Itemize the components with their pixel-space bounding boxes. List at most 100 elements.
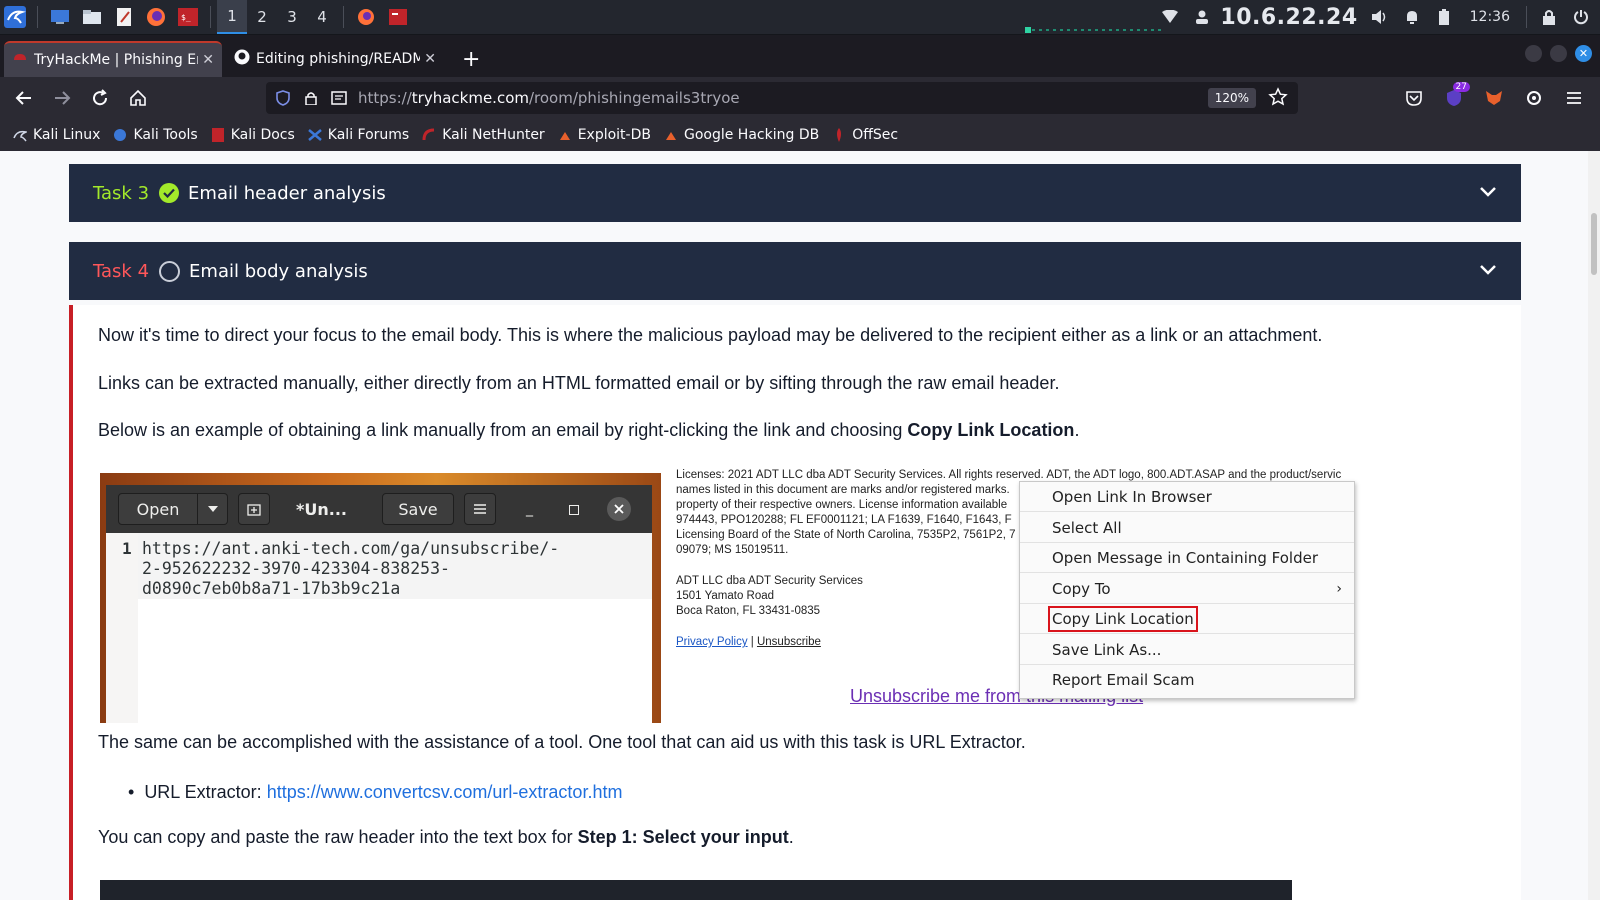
ip-address: 10.6.22.24 [1220,4,1358,30]
volume-icon[interactable] [1369,6,1391,28]
battery-icon [1433,6,1455,28]
new-tab-icon[interactable] [238,493,270,525]
url-bar[interactable]: https://tryhackme.com/room/phishingemail… [266,82,1298,114]
email-address-line: 1501 Yamato Road [676,590,775,602]
bullet-url-extractor: • URL Extractor: https://www.convertcsv.c… [128,782,622,803]
tab-github[interactable]: Editing phishing/README ✕ [226,41,444,77]
kali-dragon-icon [12,127,28,143]
save-button[interactable]: Save [382,493,454,525]
file-manager-icon[interactable] [81,6,103,28]
task-number: Task 3 [93,182,150,204]
firefox-icon[interactable] [145,6,167,28]
minimize-icon[interactable] [1525,45,1542,62]
minimize-icon[interactable]: _ [526,501,533,517]
bookmark-kali-nethunter[interactable]: Kali NetHunter [421,127,545,143]
kali-menu-icon[interactable] [4,6,26,28]
scrollbar-thumb[interactable] [1591,213,1597,275]
nethunter-icon [421,127,437,143]
url-extractor-link[interactable]: https://www.convertcsv.com/url-extractor… [267,782,623,802]
forward-arrow-icon[interactable] [44,80,80,116]
back-arrow-icon[interactable] [6,80,42,116]
task-4-header[interactable]: Task 4 Email body analysis [69,242,1521,300]
menu-item-select-all[interactable]: Select All [1020,513,1354,543]
menu-item-open-folder[interactable]: Open Message in Containing Folder [1020,543,1354,573]
paragraph-links: Links can be extracted manually, either … [98,373,1060,393]
paragraph-step1: You can copy and paste the raw header in… [98,827,794,848]
tab-close-icon[interactable]: ✕ [202,52,214,68]
bookmark-star-icon[interactable] [1268,87,1288,111]
next-image-preview [100,880,1292,900]
bold-text: Copy Link Location [907,420,1075,440]
menu-item-copy-link-location[interactable]: Copy Link Location [1020,604,1354,634]
cpu-graph-icon [1025,27,1165,33]
task-number: Task 4 [93,260,150,282]
zoom-level-button[interactable]: 120% [1207,88,1256,108]
menu-item-open-link[interactable]: Open Link In Browser [1020,482,1354,512]
open-button[interactable]: Open [118,493,198,525]
bookmark-kali-forums[interactable]: Kali Forums [307,127,409,143]
new-tab-plus-icon[interactable]: + [462,41,480,77]
menu-item-copy-to[interactable]: Copy To › [1020,574,1354,604]
close-icon[interactable] [607,497,631,521]
workspace-4[interactable]: 4 [307,0,337,34]
menu-item-label: Copy To [1052,579,1111,598]
extension-shield-icon[interactable]: 27 [1436,80,1472,116]
open-dropdown-icon[interactable] [198,493,228,525]
maximize-icon[interactable] [1550,45,1567,62]
gedit-headerbar: Open *Un... Save _ [106,485,652,533]
close-window-icon[interactable]: ✕ [1575,45,1592,62]
bookmark-exploit-db[interactable]: Exploit-DB [557,127,651,143]
bookmark-kali-docs[interactable]: Kali Docs [210,127,295,143]
foxyproxy-icon[interactable] [1476,80,1512,116]
text-editor-icon[interactable] [113,6,135,28]
terminal-window-icon[interactable] [387,6,409,28]
unsubscribe-link[interactable]: Unsubscribe [757,636,821,648]
terminal-icon[interactable]: $_ [177,6,199,28]
bookmark-google-hacking-db[interactable]: Google Hacking DB [663,127,819,143]
workspace-2[interactable]: 2 [247,0,277,34]
maximize-icon[interactable] [569,500,579,519]
firefox-window-icon[interactable] [355,6,377,28]
offsec-icon [831,127,847,143]
page-content: Task 3 Email header analysis Task 4 Emai… [0,151,1600,900]
reload-icon[interactable] [82,80,118,116]
code-line: https://ant.anki-tech.com/ga/unsubscribe… [142,539,560,558]
lock-icon[interactable] [1538,6,1560,28]
menu-icon[interactable] [464,493,496,525]
desktop-icon[interactable] [49,6,71,28]
clock[interactable]: 12:36 [1470,9,1510,25]
bookmark-kali-linux[interactable]: Kali Linux [12,127,100,143]
privacy-policy-link[interactable]: Privacy Policy [676,636,748,648]
power-icon[interactable] [1570,6,1592,28]
task-3-header[interactable]: Task 3 Email header analysis [69,164,1521,222]
wifi-icon[interactable] [1159,6,1181,28]
gedit-text-area[interactable]: 1 https://ant.anki-tech.com/ga/unsubscri… [106,533,652,723]
notification-bell-icon[interactable] [1401,6,1423,28]
menu-item-report-scam[interactable]: Report Email Scam [1020,665,1354,695]
email-line: Licensing Board of the State of North Ca… [676,529,1016,541]
chevron-down-icon[interactable] [1479,260,1497,281]
menu-item-save-link[interactable]: Save Link As... [1020,635,1354,665]
page-info-icon[interactable] [328,91,350,105]
bookmark-label: Google Hacking DB [683,127,820,143]
network-user-icon [1191,6,1213,28]
padlock-icon[interactable] [300,91,322,105]
home-icon[interactable] [120,80,156,116]
tracking-shield-icon[interactable] [272,90,294,106]
tab-tryhackme[interactable]: TryHackMe | Phishing Em ✕ [4,41,222,77]
svg-text:$_: $_ [181,13,191,22]
tab-close-icon[interactable]: ✕ [424,51,436,67]
bookmark-kali-tools[interactable]: Kali Tools [112,127,198,143]
hamburger-menu-icon[interactable] [1556,80,1592,116]
workspace-1[interactable]: 1 [217,0,247,34]
tab-title: Editing phishing/README [256,51,421,67]
github-favicon-icon [234,49,250,69]
workspace-3[interactable]: 3 [277,0,307,34]
kali-docs-icon [210,127,226,143]
page-scrollbar[interactable] [1588,151,1600,900]
extensions-gear-icon[interactable] [1516,80,1552,116]
chevron-down-icon[interactable] [1479,182,1497,203]
pocket-icon[interactable] [1396,80,1432,116]
bookmark-label: Kali Linux [33,127,101,143]
bookmark-offsec[interactable]: OffSec [831,127,898,143]
